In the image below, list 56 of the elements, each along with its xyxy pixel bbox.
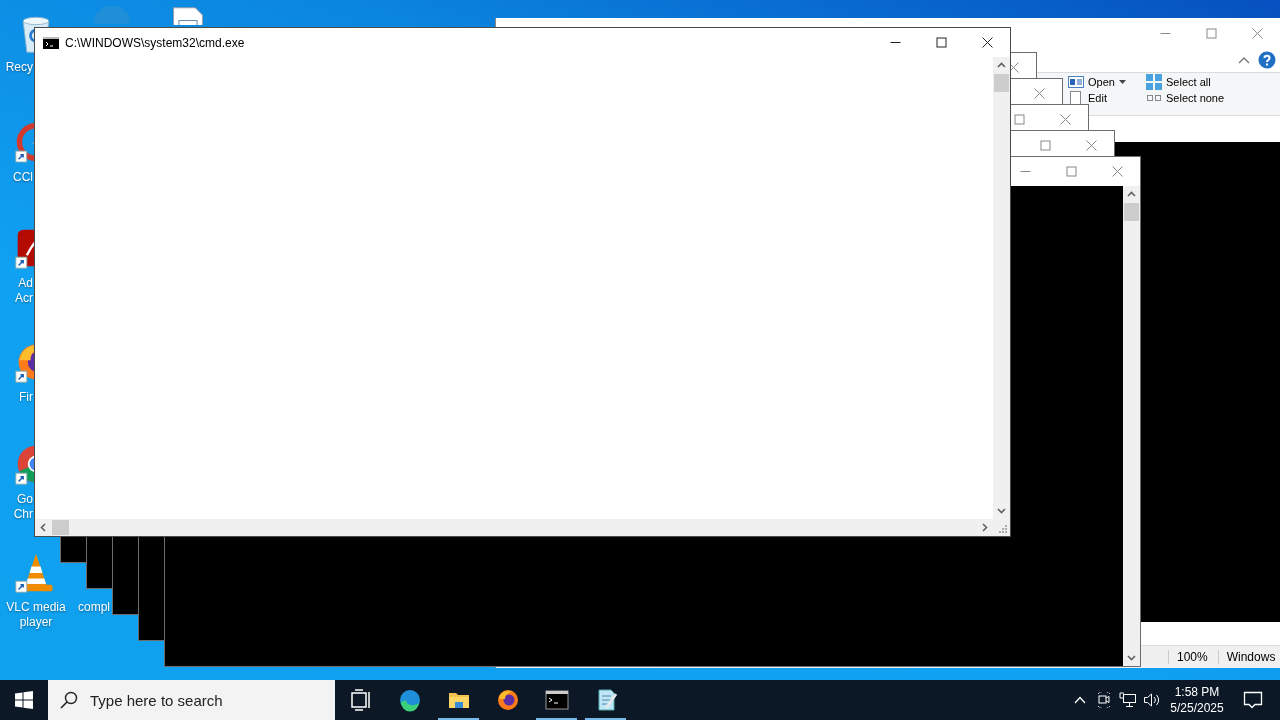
chevron-up-icon <box>1127 190 1136 199</box>
notification-icon <box>1243 691 1263 709</box>
close-icon <box>1111 166 1123 177</box>
search-field[interactable]: Type here to search <box>90 691 310 709</box>
icon-label: Go Chr <box>12 492 33 522</box>
maximize-icon <box>1205 27 1217 39</box>
status-text: 100% <box>1168 650 1218 664</box>
icon-label: Recy <box>4 60 33 75</box>
chevron-left-icon <box>39 523 48 532</box>
chevron-up-icon <box>997 61 1006 70</box>
chevron-down-icon <box>997 506 1006 515</box>
swirl-browser-icon <box>397 688 422 712</box>
chevron-right-icon <box>980 523 989 532</box>
search-bar[interactable]: Type here to search <box>48 680 335 720</box>
icon-label: CCl <box>12 170 33 185</box>
terminal-icon <box>544 688 569 712</box>
maximize-icon <box>1013 114 1025 125</box>
speaker-icon[interactable] <box>1143 692 1161 708</box>
scroll-thumb[interactable] <box>994 74 1009 92</box>
terminal-icon <box>43 36 59 49</box>
close-icon <box>1033 88 1045 99</box>
resize-grip-icon[interactable] <box>999 525 1008 534</box>
icon-label: compl <box>78 600 110 615</box>
network-icon[interactable] <box>1119 692 1137 708</box>
maximize-button[interactable] <box>934 36 948 49</box>
close-icon <box>1251 27 1263 39</box>
start-icon <box>15 691 33 709</box>
search-icon <box>60 691 78 709</box>
chevron-down-icon <box>1127 653 1136 662</box>
fox-browser-icon <box>495 688 520 712</box>
close-icon <box>1085 140 1097 151</box>
ribbon-button[interactable]: Open <box>1066 74 1128 89</box>
clock[interactable]: 1:58 PM 5/25/2025 <box>1164 680 1230 720</box>
close-icon <box>1059 114 1071 125</box>
window-title: C:\WINDOWS\system32\cmd.exe <box>65 35 245 50</box>
scroll-thumb[interactable] <box>1124 203 1139 221</box>
camera-icon[interactable] <box>1096 692 1112 708</box>
maximize-icon <box>1039 140 1051 151</box>
icon-label: Fir <box>18 390 33 405</box>
help-icon[interactable] <box>1258 51 1276 69</box>
vertical-scrollbar[interactable] <box>1123 186 1140 666</box>
ribbon-button[interactable]: Select all <box>1144 74 1213 89</box>
close-icon <box>981 37 993 48</box>
select-all-icon <box>1146 73 1162 90</box>
status-text: Windows <box>1217 650 1280 664</box>
ribbon-button[interactable]: Edit <box>1066 90 1109 105</box>
horizontal-scrollbar[interactable] <box>35 519 993 536</box>
scroll-thumb[interactable] <box>52 520 69 535</box>
vertical-scrollbar[interactable] <box>993 57 1010 519</box>
maximize-icon <box>935 37 947 48</box>
task-view-icon <box>348 688 373 712</box>
ribbon-button[interactable]: Select none <box>1144 90 1227 105</box>
maximize-icon <box>1065 166 1077 177</box>
icon-label: Ad Acr <box>14 276 33 306</box>
close-button[interactable] <box>980 36 994 49</box>
icon-label: VLC media player <box>6 600 66 630</box>
